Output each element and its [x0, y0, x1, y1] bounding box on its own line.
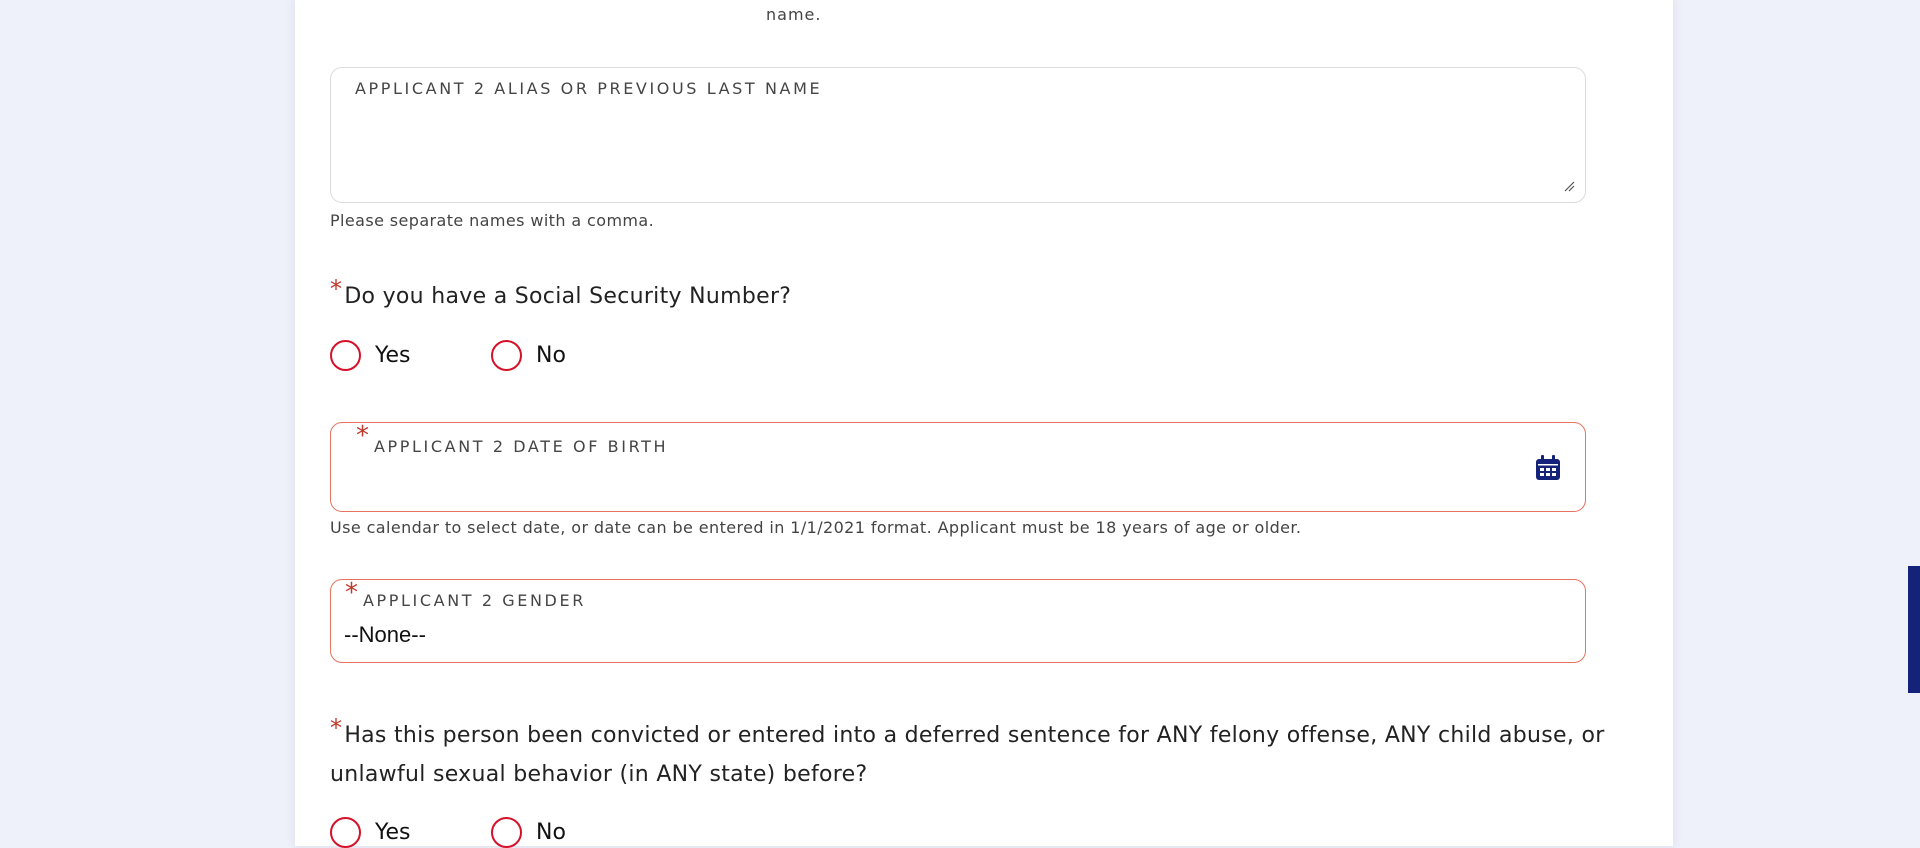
dob-help-text: Use calendar to select date, or date can…	[330, 518, 1302, 537]
alias-field-label: APPLICANT 2 ALIAS OR PREVIOUS LAST NAME	[355, 79, 823, 98]
scrollbar-thumb[interactable]	[1908, 566, 1920, 693]
radio-circle-icon[interactable]	[491, 340, 522, 371]
dob-field-label: APPLICANT 2 DATE OF BIRTH	[374, 437, 669, 456]
felony-question-text: Has this person been convicted or entere…	[330, 723, 1605, 787]
alias-textarea[interactable]: APPLICANT 2 ALIAS OR PREVIOUS LAST NAME	[330, 67, 1586, 203]
gender-select[interactable]: * APPLICANT 2 GENDER --None--	[330, 578, 1586, 663]
dob-input[interactable]: * APPLICANT 2 DATE OF BIRTH	[330, 421, 1586, 512]
resize-handle-icon[interactable]	[1563, 180, 1575, 192]
felony-yes-label[interactable]: Yes	[375, 820, 411, 845]
required-asterisk: *	[330, 714, 343, 742]
radio-circle-icon[interactable]	[491, 817, 522, 848]
felony-question: *Has this person been convicted or enter…	[330, 714, 1620, 794]
alias-help-text: Please separate names with a comma.	[330, 211, 655, 230]
required-asterisk: *	[356, 421, 369, 451]
ssn-yes-radio[interactable]: Yes	[330, 340, 411, 371]
previous-field-help-text: name.	[766, 5, 822, 24]
radio-circle-icon[interactable]	[330, 817, 361, 848]
required-asterisk: *	[330, 275, 343, 303]
ssn-question: *Do you have a Social Security Number?	[330, 275, 1590, 316]
felony-no-radio[interactable]: No	[491, 817, 566, 848]
required-asterisk: *	[345, 578, 358, 608]
radio-circle-icon[interactable]	[330, 340, 361, 371]
felony-no-label[interactable]: No	[536, 820, 566, 845]
ssn-question-text: Do you have a Social Security Number?	[344, 284, 792, 309]
form-card: name. APPLICANT 2 ALIAS OR PREVIOUS LAST…	[295, 0, 1673, 848]
calendar-icon[interactable]	[1534, 454, 1562, 482]
gender-field-label: APPLICANT 2 GENDER	[363, 591, 586, 610]
ssn-no-label[interactable]: No	[536, 343, 566, 368]
gender-selected-value[interactable]: --None--	[344, 622, 426, 648]
ssn-yes-label[interactable]: Yes	[375, 343, 411, 368]
ssn-no-radio[interactable]: No	[491, 340, 566, 371]
felony-yes-radio[interactable]: Yes	[330, 817, 411, 848]
